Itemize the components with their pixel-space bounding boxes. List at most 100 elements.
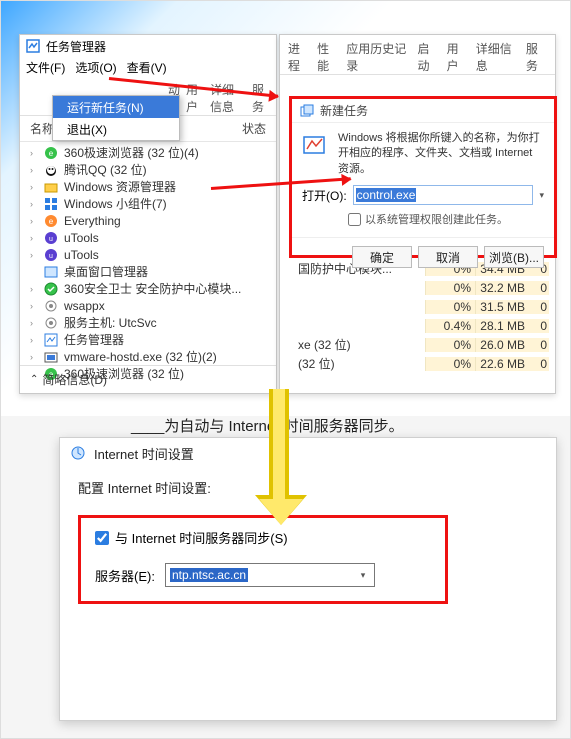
detail-row[interactable]: xe (32 位)0%26.0 MB0 [280,335,555,354]
detail-disk: 0 [529,319,549,333]
process-row[interactable]: ›eEverything [24,212,272,229]
menu-file[interactable]: 文件(F) [26,59,65,76]
process-name: Windows 资源管理器 [64,178,176,195]
col-status: 状态 [242,120,266,137]
expand-icon[interactable]: › [30,318,38,328]
ok-button[interactable]: 确定 [352,246,412,268]
server-combobox[interactable]: ntp.ntsc.ac.cn ▾ [165,563,375,587]
its-title: Internet 时间设置 [94,444,194,463]
process-row[interactable]: › vmware-hostd.exe (32 位)(2) [24,348,272,365]
process-row[interactable]: › Windows 小组件(7) [24,195,272,212]
detail-row[interactable]: 0.4%28.1 MB0 [280,316,555,335]
rtab-0[interactable]: 进程 [288,40,309,74]
process-name: 腾讯QQ (32 位) [64,161,147,178]
process-name: 360安全卫士 安全防护中心模块... [64,280,241,297]
expand-icon[interactable]: › [30,284,38,294]
process-icon [44,316,58,330]
process-row[interactable]: › 服务主机: UtcSvc [24,314,272,331]
chevron-up-icon[interactable]: ⌃ [30,374,38,385]
menu-view[interactable]: 查看(V) [127,59,167,76]
file-menu-popup: 运行新任务(N) 退出(X) [52,95,180,141]
detail-disk: 0 [529,300,549,314]
process-row[interactable]: › 腾讯QQ (32 位) [24,161,272,178]
expand-icon[interactable]: › [30,335,38,345]
process-name: 桌面窗口管理器 [64,263,148,280]
detail-row[interactable]: 0%31.5 MB0 [280,297,555,316]
server-value: ntp.ntsc.ac.cn [170,568,248,582]
detail-row[interactable]: (32 位)0%22.6 MB0 [280,354,555,373]
process-name: Windows 小组件(7) [64,195,167,212]
rtab-5[interactable]: 详细信息 [476,40,518,74]
process-row[interactable]: ›uuTools [24,246,272,263]
process-icon: e [44,146,58,160]
annotation-redbox: 与 Internet 时间服务器同步(S) 服务器(E): ntp.ntsc.a… [78,515,448,604]
tm-tab-2[interactable]: 详细信息 [210,81,246,115]
rtab-4[interactable]: 用户 [447,40,468,74]
process-icon: u [44,248,58,262]
tm-tab-3[interactable]: 服务 [252,81,270,115]
detail-disk: 0 [529,338,549,352]
detail-row[interactable]: 0%32.2 MB0 [280,278,555,297]
expand-icon[interactable]: › [30,165,38,175]
detail-mem: 32.2 MB [475,281,529,295]
chevron-down-icon[interactable]: ▾ [354,565,372,585]
sync-label: 与 Internet 时间服务器同步(S) [115,528,288,547]
menu-exit[interactable]: 退出(X) [53,118,179,140]
new-task-desc: Windows 将根据你所键入的名称，为你打开相应的程序、文件夹、文档或 Int… [338,131,544,177]
expand-icon[interactable]: › [30,182,38,192]
process-row[interactable]: 桌面窗口管理器 [24,263,272,280]
process-icon: u [44,231,58,245]
process-icon [44,299,58,313]
detail-cpu: 0% [425,300,475,314]
dropdown-icon[interactable]: ▾ [539,190,544,201]
process-icon [44,180,58,194]
process-row[interactable]: › 360安全卫士 安全防护中心模块... [24,280,272,297]
col-name: 名称 [30,120,54,137]
process-icon [44,282,58,296]
expand-icon[interactable]: › [30,233,38,243]
detail-cpu: 0% [425,338,475,352]
rtab-1[interactable]: 性能 [317,40,338,74]
expand-icon[interactable]: › [30,148,38,158]
process-name: uTools [64,231,99,245]
expand-icon[interactable]: › [30,250,38,260]
sync-checkbox[interactable] [95,531,109,545]
task-manager-menubar: 文件(F) 选项(O) 查看(V) [20,57,276,77]
new-task-title: 新建任务 [320,102,368,119]
menu-run-new-task[interactable]: 运行新任务(N) [53,96,179,118]
process-row[interactable]: › uuTools [24,229,272,246]
svg-text:e: e [49,217,54,226]
process-row[interactable]: ›任务管理器 [24,331,272,348]
expand-icon[interactable]: › [30,352,38,362]
admin-label: 以系统管理权限创建此任务。 [365,211,508,227]
rtab-2[interactable]: 应用历史记录 [346,40,409,74]
rtab-6[interactable]: 服务 [526,40,547,74]
task-manager-icon [26,39,40,53]
detail-name: xe (32 位) [286,336,425,353]
svg-text:e: e [49,149,54,158]
open-input[interactable]: control.exe [353,185,534,205]
right-tabstrip: 进程 性能 应用历史记录 启动 用户 详细信息 服务 [280,35,555,75]
cancel-button[interactable]: 取消 [418,246,478,268]
process-icon [44,197,58,211]
process-icon: e [44,214,58,228]
process-row[interactable]: ›e360极速浏览器 (32 位)(4) [24,144,272,161]
menu-options[interactable]: 选项(O) [75,59,116,76]
browse-button[interactable]: 浏览(B)... [484,246,544,268]
fewer-details-button[interactable]: 简略信息(D) [42,371,107,388]
expand-icon[interactable]: › [30,199,38,209]
detail-disk: 0 [529,357,549,371]
rtab-3[interactable]: 启动 [418,40,439,74]
detail-mem: 31.5 MB [475,300,529,314]
detail-cpu: 0.4% [425,319,475,333]
process-name: vmware-hostd.exe (32 位)(2) [64,348,217,365]
detail-mem: 28.1 MB [475,319,529,333]
run-icon [300,104,314,118]
admin-checkbox[interactable] [348,213,361,226]
process-name: 服务主机: UtcSvc [64,314,157,331]
expand-icon[interactable]: › [30,301,38,311]
expand-icon[interactable]: › [30,216,38,226]
detail-mem: 26.0 MB [475,338,529,352]
internet-time-window: Internet 时间设置 配置 Internet 时间设置: 与 Intern… [59,437,557,721]
process-row[interactable]: ›wsappx [24,297,272,314]
